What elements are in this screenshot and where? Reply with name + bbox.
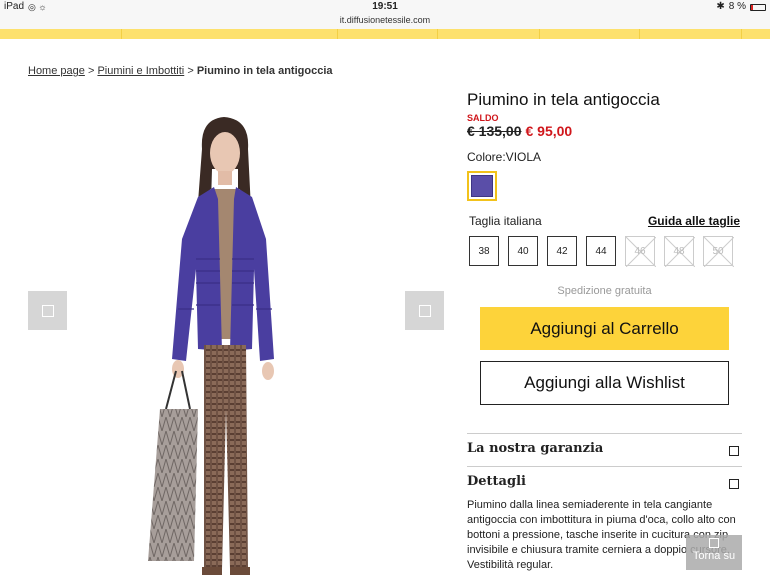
accordion-guarantee-title: La nostra garanzia — [467, 441, 604, 456]
accordion-details[interactable]: Dettagli — [467, 466, 742, 498]
next-icon — [418, 304, 431, 317]
nav-segment[interactable] — [338, 29, 438, 39]
gallery-prev-button[interactable] — [28, 291, 67, 330]
product-photo — [148, 117, 274, 575]
size-option-label: 48 — [673, 245, 685, 257]
price-block: € 135,00 € 95,00 — [467, 123, 742, 139]
expand-icon — [729, 479, 739, 489]
arrow-up-icon — [709, 538, 719, 548]
gallery-next-button[interactable] — [405, 291, 444, 330]
product-title: Piumino in tela antigoccia — [467, 90, 660, 109]
battery-level: 8 % — [728, 1, 746, 12]
product-gallery — [28, 95, 444, 578]
sale-badge: SALDO — [467, 113, 499, 123]
accordion-guarantee[interactable]: La nostra garanzia — [467, 433, 742, 466]
nav-segment[interactable] — [122, 29, 338, 39]
size-option-label: 40 — [517, 245, 529, 257]
status-bar: iPad ◎ ☼ 19:51 ✱ 8 % — [0, 0, 770, 14]
old-price: € 135,00 — [467, 123, 522, 139]
add-to-cart-button[interactable]: Aggiungi al Carrello — [480, 307, 729, 350]
size-option-label: 38 — [478, 245, 490, 257]
size-option-50: 50 — [703, 236, 734, 267]
add-to-wishlist-button[interactable]: Aggiungi alla Wishlist — [480, 361, 729, 405]
nav-segment[interactable] — [540, 29, 640, 39]
breadcrumb: Home page > Piumini e Imbottiti > Piumin… — [28, 65, 333, 77]
size-option-44[interactable]: 44 — [586, 236, 616, 266]
size-option-38[interactable]: 38 — [469, 236, 499, 266]
size-option-label: 50 — [712, 245, 724, 257]
size-guide-link[interactable]: Guida alle taglie — [648, 214, 740, 228]
size-options: 38 40 42 44 46 48 50 — [469, 236, 734, 267]
bluetooth-icon: ✱ — [716, 1, 725, 12]
accordion-details-title: Dettagli — [467, 474, 526, 489]
back-to-top-button[interactable]: Torna su — [686, 535, 742, 570]
color-swatch-fill — [471, 175, 493, 197]
battery-icon — [750, 3, 766, 11]
nav-segment[interactable] — [438, 29, 540, 39]
size-option-46: 46 — [625, 236, 656, 267]
shipping-note: Spedizione gratuita — [557, 285, 652, 297]
address-bar[interactable]: it.diffusionetessile.com — [0, 14, 770, 29]
size-label: Taglia italiana — [469, 214, 542, 228]
color-label: Colore:VIOLA — [467, 150, 542, 164]
breadcrumb-separator: > — [187, 65, 194, 77]
sale-price: € 95,00 — [525, 123, 573, 139]
size-option-label: 44 — [595, 245, 607, 257]
nav-segment[interactable] — [640, 29, 742, 39]
size-option-42[interactable]: 42 — [547, 236, 577, 266]
size-option-48: 48 — [664, 236, 695, 267]
product-info: Piumino in tela antigoccia SALDO € 135,0… — [467, 90, 742, 571]
clock: 19:51 — [372, 1, 398, 12]
nav-segment[interactable] — [0, 29, 122, 39]
size-option-label: 42 — [556, 245, 568, 257]
breadcrumb-separator: > — [87, 65, 95, 77]
breadcrumb-home-link[interactable]: Home page — [28, 65, 85, 77]
site-nav-strip — [0, 29, 770, 39]
breadcrumb-category-link[interactable]: Piumini e Imbottiti — [97, 65, 184, 77]
size-option-label: 46 — [634, 245, 646, 257]
color-swatch-viola[interactable] — [467, 171, 497, 201]
prev-icon — [41, 304, 54, 317]
back-to-top-label: Torna su — [692, 550, 736, 562]
breadcrumb-current: Piumino in tela antigoccia — [196, 65, 333, 77]
size-option-40[interactable]: 40 — [508, 236, 538, 266]
expand-icon — [729, 446, 739, 456]
